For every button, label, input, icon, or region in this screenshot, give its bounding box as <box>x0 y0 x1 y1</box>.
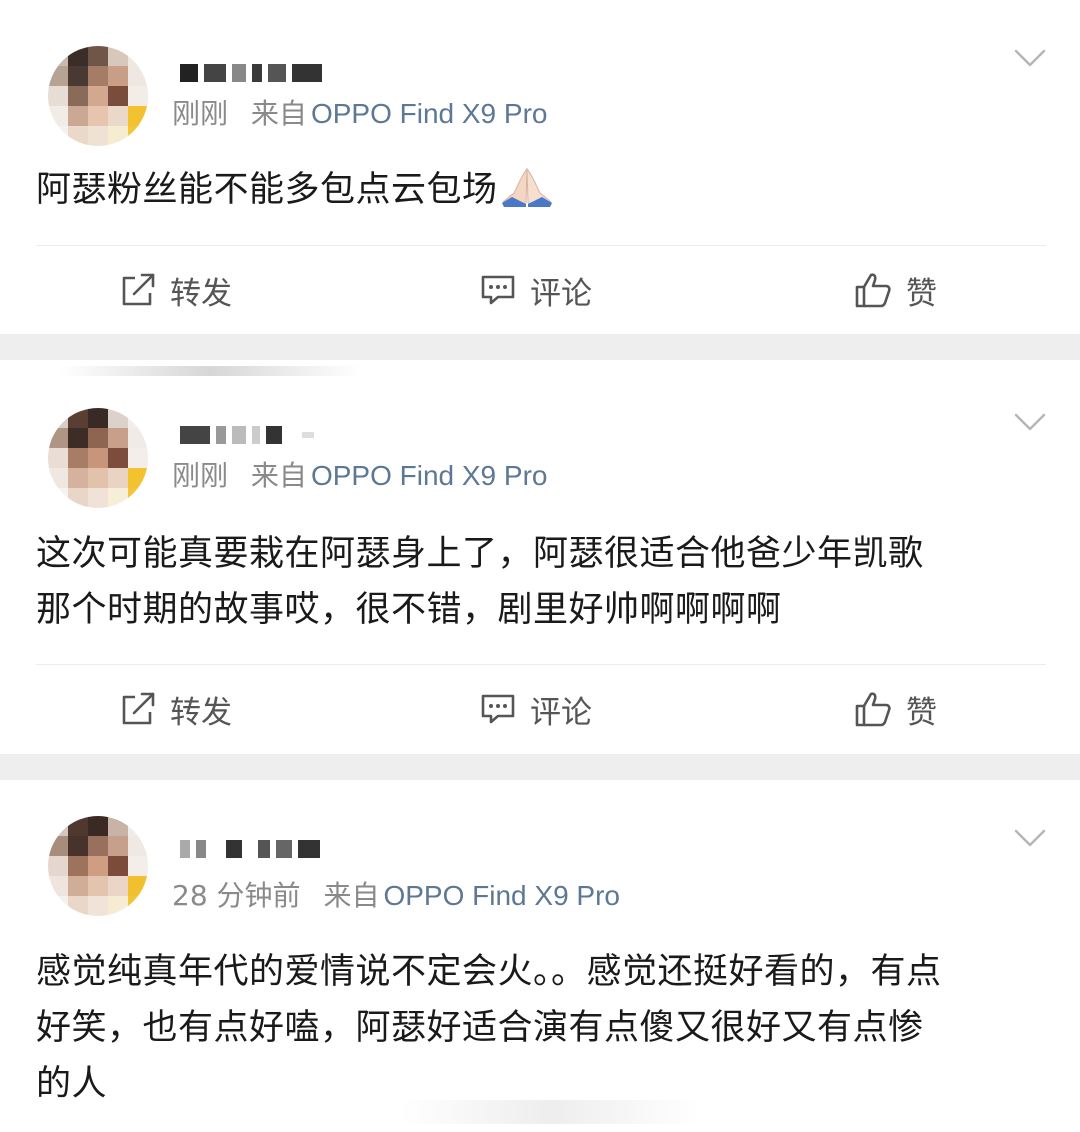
username-redacted[interactable] <box>180 838 320 860</box>
avatar[interactable] <box>48 816 148 916</box>
repost-label: 转发 <box>170 275 232 312</box>
action-bar: 转发 评论 赞 <box>0 260 1080 320</box>
repost-icon <box>122 692 155 725</box>
comment-label: 评论 <box>530 694 592 731</box>
divider <box>36 245 1046 246</box>
chevron-down-icon[interactable] <box>1014 828 1046 848</box>
post-meta: 刚刚 来自 OPPO Find X9 Pro <box>172 96 547 132</box>
repost-label: 转发 <box>170 694 232 731</box>
avatar[interactable] <box>48 408 148 508</box>
comment-button[interactable]: 评论 <box>480 260 592 320</box>
post-device[interactable]: OPPO Find X9 Pro <box>311 460 548 491</box>
like-label: 赞 <box>906 275 937 312</box>
post-source-label: 来自 <box>250 459 307 492</box>
like-label: 赞 <box>906 694 937 731</box>
chevron-down-icon[interactable] <box>1014 412 1046 432</box>
post-time: 刚刚 <box>172 459 229 492</box>
post-time: 刚刚 <box>172 97 229 130</box>
action-bar: 转发 评论 赞 <box>0 679 1080 739</box>
post-text-line: 好笑，也有点好嗑，阿瑟好适合演有点傻又很好又有点惨 <box>36 1008 924 1048</box>
post-separator <box>0 334 1080 360</box>
username-redacted[interactable] <box>180 62 322 84</box>
post-source-label: 来自 <box>250 97 307 130</box>
bottom-fade <box>400 1100 700 1124</box>
post-text-line: 这次可能真要栽在阿瑟身上了，阿瑟很适合他爸少年凯歌 <box>36 534 924 574</box>
scroll-shadow <box>60 366 360 376</box>
repost-button[interactable]: 转发 <box>120 679 232 739</box>
chevron-down-icon[interactable] <box>1014 48 1046 68</box>
post-content: 这次可能真要栽在阿瑟身上了，阿瑟很适合他爸少年凯歌 那个时期的故事哎，很不错，剧… <box>36 526 1046 638</box>
post-content: 阿瑟粉丝能不能多包点云包场 <box>36 162 1046 218</box>
post-card: 28 分钟前 来自 OPPO Find X9 Pro 感觉纯真年代的爱情说不定会火… <box>0 780 1080 1132</box>
like-button[interactable]: 赞 <box>854 679 937 739</box>
post-card: 刚刚 来自 OPPO Find X9 Pro 阿瑟粉丝能不能多包点云包场 转发 评… <box>0 0 1080 334</box>
post-text-line: 阿瑟粉丝能不能多包点云包场 <box>36 170 498 210</box>
like-button[interactable]: 赞 <box>854 260 937 320</box>
post-device[interactable]: OPPO Find X9 Pro <box>311 98 548 129</box>
username-redacted[interactable] <box>180 424 314 446</box>
post-meta: 28 分钟前 来自 OPPO Find X9 Pro <box>172 878 620 914</box>
post-source-label: 来自 <box>323 879 380 912</box>
post-device[interactable]: OPPO Find X9 Pro <box>383 880 620 911</box>
thumbs-up-icon <box>855 692 891 727</box>
post-card: 刚刚 来自 OPPO Find X9 Pro 这次可能真要栽在阿瑟身上了，阿瑟很适… <box>0 386 1080 752</box>
post-meta: 刚刚 来自 OPPO Find X9 Pro <box>172 458 547 494</box>
comment-button[interactable]: 评论 <box>480 679 592 739</box>
avatar[interactable] <box>48 46 148 146</box>
comment-icon <box>481 275 515 305</box>
post-text-line: 感觉纯真年代的爱情说不定会火。。感觉还挺好看的，有点 <box>36 952 942 992</box>
repost-icon <box>122 273 155 306</box>
comment-label: 评论 <box>530 275 592 312</box>
repost-button[interactable]: 转发 <box>120 260 232 320</box>
thumbs-up-icon <box>855 273 891 308</box>
post-separator <box>0 754 1080 780</box>
comment-icon <box>481 694 515 724</box>
post-content: 感觉纯真年代的爱情说不定会火。。感觉还挺好看的，有点 好笑，也有点好嗑，阿瑟好适… <box>36 944 1046 1112</box>
folded-hands-icon <box>501 167 552 207</box>
post-text-line: 那个时期的故事哎，很不错，剧里好帅啊啊啊啊 <box>36 590 782 630</box>
post-time: 28 分钟前 <box>172 879 301 912</box>
divider <box>36 664 1046 665</box>
